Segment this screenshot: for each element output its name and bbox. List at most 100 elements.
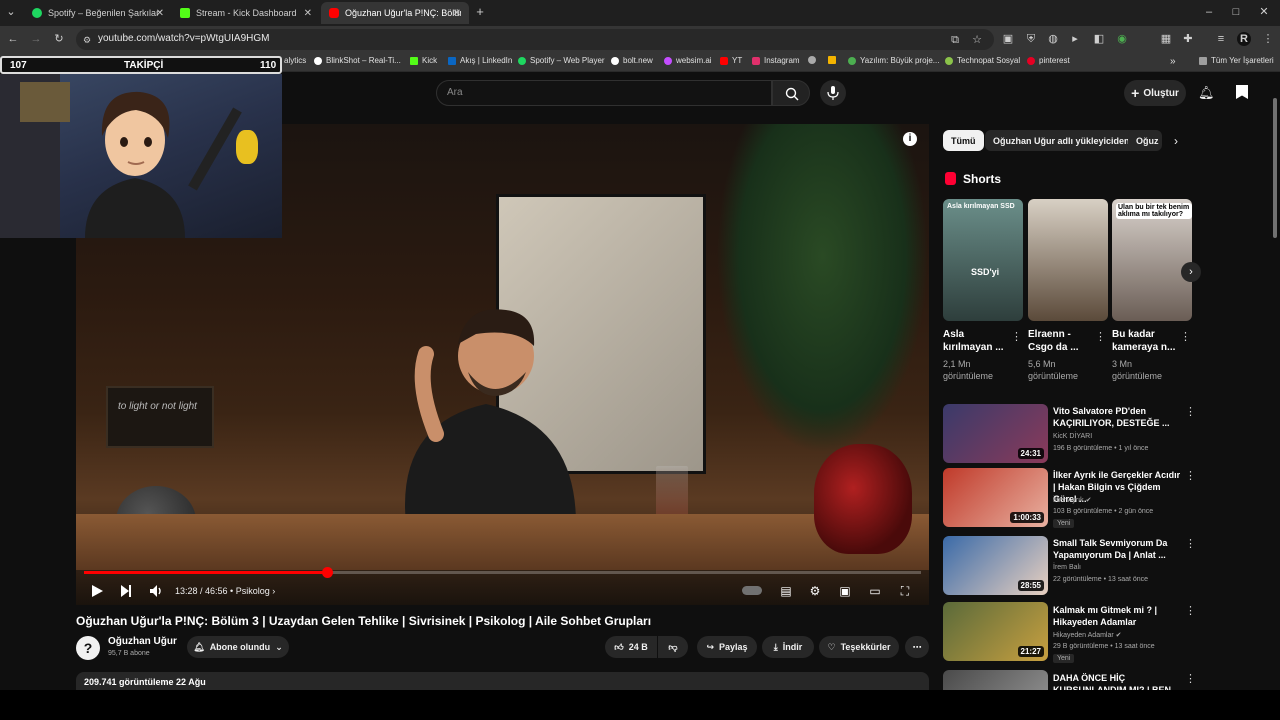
- extension-icon[interactable]: ◉: [1115, 32, 1129, 46]
- short-title[interactable]: Asla kırılmayan ...: [943, 328, 1009, 354]
- short-thumbnail[interactable]: [1028, 199, 1108, 321]
- shorts-next-button[interactable]: ›: [1181, 262, 1201, 282]
- miniplayer-icon[interactable]: ▣: [837, 582, 853, 600]
- chip-uploader[interactable]: Oğuzhan Uğur adlı yükleyiciden: [985, 130, 1138, 151]
- thanks-button[interactable]: ♡ Teşekkürler: [819, 636, 899, 658]
- bookmark-item[interactable]: BlinkShot – Real-Ti...: [314, 56, 401, 65]
- more-vert-icon[interactable]: ⋮: [1095, 330, 1106, 343]
- dislike-button[interactable]: 👎︎: [658, 636, 688, 658]
- minimize-button[interactable]: –: [1202, 5, 1216, 19]
- recommended-channel[interactable]: KicK DİYARI: [1053, 433, 1092, 440]
- autoplay-toggle[interactable]: [742, 586, 762, 595]
- bookmark-star-icon[interactable]: ☆: [970, 33, 984, 47]
- close-window-button[interactable]: ✕: [1257, 5, 1271, 19]
- bookmark-item[interactable]: websim.ai: [664, 56, 712, 65]
- extension-icon[interactable]: ◧: [1092, 32, 1106, 46]
- description-box[interactable]: 209.741 görüntüleme 22 Ağu: [76, 672, 929, 692]
- recommended-title[interactable]: Vito Salvatore PD'den KAÇIRILIYOR, DESTE…: [1053, 405, 1183, 429]
- recommended-thumbnail[interactable]: 1:00:33: [943, 468, 1048, 527]
- bookmark-item[interactable]: pinterest: [1027, 56, 1070, 65]
- more-bookmarks-icon[interactable]: »: [1170, 56, 1176, 67]
- page-scrollbar[interactable]: [1272, 78, 1278, 688]
- recommended-channel[interactable]: İrem Balı: [1053, 564, 1081, 571]
- bookmark-item[interactable]: Kick: [410, 56, 437, 65]
- more-actions-button[interactable]: ⋯: [905, 636, 929, 658]
- progress-scrubber[interactable]: [321, 567, 333, 578]
- search-button[interactable]: [772, 80, 810, 106]
- chip-all[interactable]: Tümü: [943, 130, 984, 151]
- play-icon[interactable]: [90, 582, 104, 600]
- info-icon[interactable]: i: [903, 132, 917, 146]
- new-tab-button[interactable]: +: [473, 5, 487, 19]
- fullscreen-icon[interactable]: ⛶: [897, 582, 913, 600]
- recommended-thumbnail[interactable]: [943, 670, 1048, 690]
- site-info-icon[interactable]: ⚙: [80, 33, 94, 47]
- subtitles-icon[interactable]: ▤: [778, 582, 794, 600]
- tab-search-icon[interactable]: ⌄: [4, 5, 18, 19]
- recommended-thumbnail[interactable]: 24:31: [943, 404, 1048, 463]
- maximize-button[interactable]: □: [1229, 5, 1243, 19]
- bookmark-item[interactable]: Yazılım: Büyük proje...: [848, 56, 939, 65]
- bookmark-item[interactable]: [808, 56, 820, 64]
- notifications-bell-icon[interactable]: 🔔︎: [1198, 85, 1215, 101]
- close-tab-icon[interactable]: ✕: [453, 8, 461, 19]
- bookmark-item[interactable]: Instagram: [752, 56, 800, 65]
- bookmark-item[interactable]: Akış | LinkedIn: [448, 56, 512, 65]
- recommended-title[interactable]: Kalmak mı Gitmek mi ? | Hikayeden Adamla…: [1053, 604, 1183, 628]
- share-button[interactable]: ↪ Paylaş: [697, 636, 757, 658]
- close-tab-icon[interactable]: ✕: [156, 8, 164, 19]
- progress-bar[interactable]: [84, 567, 921, 578]
- search-input[interactable]: Ara: [436, 80, 772, 106]
- bookmark-item[interactable]: YT: [720, 56, 742, 65]
- short-thumbnail[interactable]: Ulan bu bir tek benim aklıma mı takılıyo…: [1112, 199, 1192, 321]
- recommended-thumbnail[interactable]: 21:27: [943, 602, 1048, 661]
- subscribed-button[interactable]: 🔔︎ Abone olundu ⌄: [187, 636, 289, 658]
- more-vert-icon[interactable]: ⋮: [1011, 330, 1022, 343]
- bookmark-item[interactable]: bolt.new: [611, 56, 653, 65]
- tab-youtube[interactable]: Oğuzhan Uğur'la P!NÇ: Bölüm ✕: [321, 2, 469, 24]
- volume-icon[interactable]: [148, 582, 164, 600]
- reload-icon[interactable]: ↻: [52, 32, 66, 46]
- shield-icon[interactable]: ⛨: [1024, 32, 1038, 46]
- short-title[interactable]: Bu kadar kameraya n...: [1112, 328, 1178, 354]
- extension-icon[interactable]: ◍: [1046, 32, 1060, 46]
- channel-name[interactable]: Oğuzhan Uğur: [108, 636, 177, 647]
- recommended-title[interactable]: Small Talk Sevmiyorum Da Yapamıyorum Da …: [1053, 537, 1183, 561]
- short-title[interactable]: Elraenn - Csgo da ...: [1028, 328, 1094, 354]
- more-vert-icon[interactable]: ⋮: [1185, 405, 1196, 418]
- tab-groups-icon[interactable]: ≡: [1214, 32, 1228, 46]
- short-thumbnail[interactable]: Asla kırılmayan SSD SSD'yi: [943, 199, 1023, 321]
- chapter-label[interactable]: Psikolog: [236, 586, 270, 596]
- more-vert-icon[interactable]: ⋮: [1185, 672, 1196, 685]
- more-vert-icon[interactable]: ⋮: [1180, 330, 1191, 343]
- address-bar[interactable]: ⚙ youtube.com/watch?v=pWtgUIA9HGM ⧉ ☆: [76, 29, 994, 50]
- settings-gear-icon[interactable]: ⚙: [807, 582, 823, 600]
- like-button[interactable]: 👍︎ 24 B: [605, 636, 657, 658]
- bookmark-item[interactable]: [828, 56, 840, 64]
- chips-next-icon[interactable]: ›: [1174, 134, 1178, 148]
- voice-search-button[interactable]: [820, 80, 846, 106]
- menu-kebab-icon[interactable]: ⋮: [1261, 32, 1275, 46]
- channel-avatar[interactable]: ?: [76, 636, 100, 660]
- more-vert-icon[interactable]: ⋮: [1185, 604, 1196, 617]
- bookmark-item[interactable]: Spotify – Web Player: [518, 56, 605, 65]
- create-button[interactable]: + Oluştur: [1124, 80, 1186, 106]
- tab-kick[interactable]: Stream - Kick Dashboard ✕: [172, 2, 320, 24]
- scrollbar-thumb[interactable]: [1273, 98, 1277, 238]
- recommended-thumbnail[interactable]: 28:55: [943, 536, 1048, 595]
- next-icon[interactable]: [119, 582, 133, 600]
- extension-icon[interactable]: ▦: [1159, 32, 1173, 46]
- forward-icon[interactable]: →: [29, 32, 43, 46]
- more-vert-icon[interactable]: ⋮: [1185, 537, 1196, 550]
- bookmark-item[interactable]: alytics: [284, 56, 306, 65]
- extension-icon[interactable]: ▣: [1001, 32, 1015, 46]
- tab-spotify[interactable]: Spotify – Beğenilen Şarkılar ✕: [24, 2, 172, 24]
- back-icon[interactable]: ←: [6, 32, 20, 46]
- chip-related[interactable]: Oğuz: [1128, 130, 1162, 151]
- profile-avatar-icon[interactable]: R: [1237, 32, 1251, 46]
- extensions-puzzle-icon[interactable]: ✚: [1181, 32, 1195, 46]
- recommended-channel[interactable]: Hikayeden Adamlar ✔: [1053, 631, 1122, 639]
- extension-icon[interactable]: ▸: [1068, 32, 1082, 46]
- theater-mode-icon[interactable]: ▭: [867, 582, 883, 600]
- bookmark-item[interactable]: Technopat Sosyal: [945, 56, 1020, 65]
